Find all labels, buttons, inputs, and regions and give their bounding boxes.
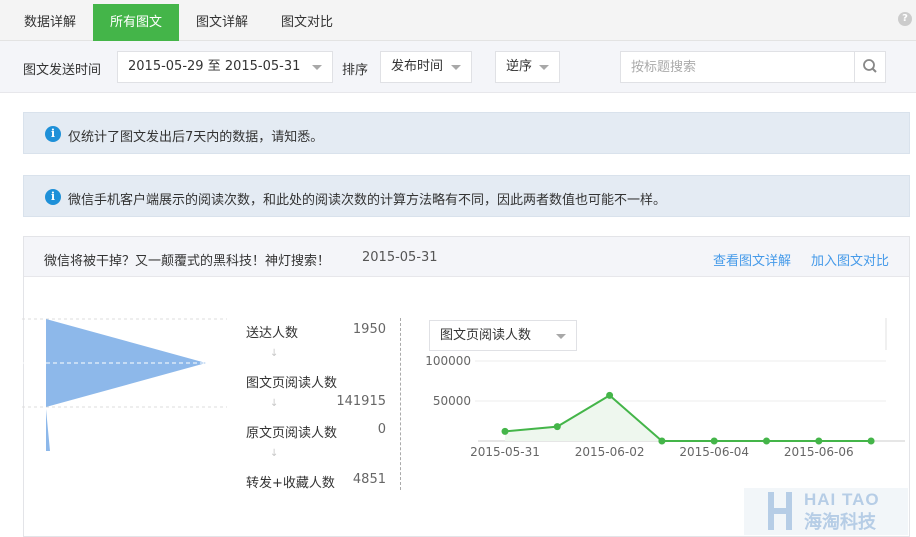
- tab-all-articles[interactable]: 所有图文: [93, 4, 179, 41]
- tab-data-detail[interactable]: 数据详解: [8, 4, 92, 41]
- funnel-value-delivered: 1950: [352, 322, 386, 337]
- page: 数据详解 所有图文 图文详解 图文对比 ? 图文发送时间 2015-05-29 …: [0, 0, 916, 537]
- sort-by-select[interactable]: 发布时间: [380, 51, 472, 83]
- data-point: [815, 437, 823, 445]
- date-range-select[interactable]: 2015-05-29 至 2015-05-31: [117, 51, 333, 83]
- order-select[interactable]: 逆序: [495, 51, 560, 83]
- date-range-value: 2015-05-29 至 2015-05-31: [128, 59, 301, 74]
- article-date: 2015-05-31: [362, 250, 438, 265]
- funnel-label-share-fav: 转发+收藏人数: [246, 476, 335, 491]
- funnel-graphic: [22, 318, 227, 451]
- funnel-label-page-read: 图文页阅读人数: [246, 376, 338, 391]
- data-point: [553, 423, 561, 431]
- title-search: [620, 51, 886, 83]
- logo-mark-icon: HAI TAO 海淘科技: [768, 490, 880, 533]
- x-tick-label: 2015-06-02: [575, 445, 645, 459]
- y-tick-label: 50000: [433, 394, 471, 408]
- notice-text: 微信手机客户端展示的阅读次数，和此处的阅读次数的计算方法略有不同，因此两者数值也…: [68, 193, 667, 208]
- notice-read-count: i 微信手机客户端展示的阅读次数，和此处的阅读次数的计算方法略有不同，因此两者数…: [23, 175, 910, 217]
- divider: [400, 318, 401, 490]
- chevron-down-icon: [539, 65, 549, 70]
- order-value: 逆序: [506, 59, 533, 74]
- sort-by-value: 发布时间: [391, 59, 444, 74]
- down-arrow-icon: ↓: [270, 348, 279, 359]
- data-point: [710, 437, 718, 445]
- x-tick-label: 2015-05-31: [470, 445, 540, 459]
- y-tick-label: 100000: [425, 354, 471, 368]
- add-compare-link[interactable]: 加入图文对比: [811, 250, 889, 269]
- notice-text: 仅统计了图文发出后7天内的数据，请知悉。: [68, 130, 324, 145]
- funnel-value-original-read: 0: [377, 422, 386, 437]
- article-title: 微信将被干掉？又一颠覆式的黑科技！神灯搜索！: [44, 254, 331, 269]
- haitao-logo: HAI TAO 海淘科技: [744, 488, 908, 535]
- x-tick-label: 2015-06-06: [784, 445, 854, 459]
- down-arrow-icon: ↓: [270, 398, 279, 409]
- view-detail-link[interactable]: 查看图文详解: [713, 250, 791, 269]
- data-point: [606, 391, 614, 399]
- info-icon: i: [45, 126, 61, 142]
- x-tick-label: 2015-06-04: [679, 445, 749, 459]
- search-button[interactable]: [854, 52, 885, 82]
- logo-text-top: HAI TAO: [804, 490, 880, 509]
- funnel-label-delivered: 送达人数: [246, 326, 299, 341]
- chevron-down-icon: [312, 65, 322, 70]
- tab-article-compare[interactable]: 图文对比: [265, 4, 349, 41]
- funnel-value-page-read: 141915: [336, 394, 386, 409]
- notice-7days: i 仅统计了图文发出后7天内的数据，请知悉。: [23, 112, 910, 154]
- filter-bar: 图文发送时间 2015-05-29 至 2015-05-31 排序 发布时间 逆…: [0, 41, 916, 93]
- data-point: [501, 427, 509, 435]
- chevron-down-icon: [451, 65, 461, 70]
- data-point: [867, 437, 875, 445]
- data-point: [763, 437, 770, 445]
- search-icon: [863, 59, 877, 73]
- help-icon[interactable]: ?: [898, 12, 912, 26]
- tab-article-detail[interactable]: 图文详解: [180, 4, 264, 41]
- down-arrow-icon: ↓: [270, 448, 279, 459]
- send-time-label: 图文发送时间: [23, 63, 102, 78]
- funnel-label-original-read: 原文页阅读人数: [246, 426, 338, 441]
- data-point: [658, 437, 666, 445]
- series-area: [505, 395, 872, 441]
- search-input[interactable]: [621, 52, 855, 82]
- tab-bar: 数据详解 所有图文 图文详解 图文对比 ?: [0, 0, 916, 41]
- read-trend-chart: 100000 50000 2015-05-31 2015-06-02 2015-06-0…: [425, 318, 905, 459]
- sort-label: 排序: [342, 63, 369, 78]
- info-icon: i: [45, 189, 61, 205]
- logo-text-bottom: 海淘科技: [804, 511, 877, 533]
- article-card-header: 微信将被干掉？又一颠覆式的黑科技！神灯搜索！ 2015-05-31 查看图文详解…: [24, 237, 909, 277]
- funnel-segment: [46, 409, 50, 451]
- funnel-value-share-fav: 4851: [352, 472, 386, 487]
